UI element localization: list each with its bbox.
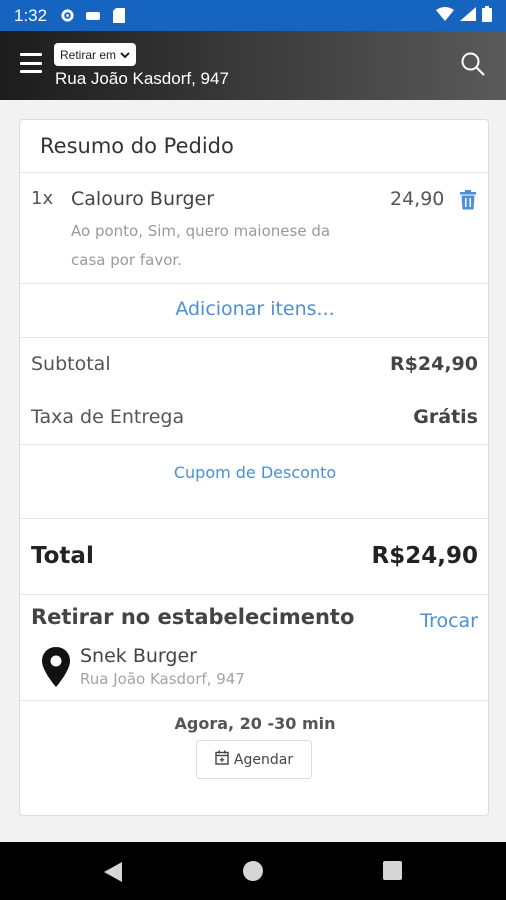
subtotal-label: Subtotal bbox=[31, 353, 111, 375]
battery-icon bbox=[482, 5, 492, 26]
back-icon[interactable] bbox=[103, 861, 123, 887]
delivery-fee-label: Taxa de Entrega bbox=[31, 406, 185, 428]
app-header: Retirar em Rua João Kasdorf, 947 bbox=[0, 31, 506, 100]
divider bbox=[20, 594, 488, 595]
pickup-mode-label: Retirar em bbox=[60, 47, 117, 62]
divider bbox=[20, 172, 488, 173]
divider bbox=[20, 444, 488, 445]
trash-icon[interactable] bbox=[459, 190, 477, 210]
divider bbox=[20, 283, 488, 284]
status-time: 1:32 bbox=[14, 5, 48, 25]
schedule-label: Agendar bbox=[233, 751, 294, 768]
home-icon[interactable] bbox=[243, 861, 263, 881]
search-icon[interactable] bbox=[460, 51, 486, 77]
recents-icon[interactable] bbox=[383, 861, 402, 880]
chevron-down-icon bbox=[120, 48, 130, 62]
content-area: Resumo do Pedido 1x Calouro Burger 24,90… bbox=[0, 100, 506, 842]
store-address: Rua João Kasdorf, 947 bbox=[80, 670, 245, 688]
item-note: Ao ponto, Sim, quero maionese da casa po… bbox=[71, 222, 331, 269]
calendar-icon bbox=[215, 750, 229, 769]
divider bbox=[20, 700, 488, 701]
coupon-link[interactable]: Cupom de Desconto bbox=[20, 463, 488, 482]
sd-card-icon bbox=[111, 8, 127, 24]
add-items-link[interactable]: Adicionar itens... bbox=[20, 298, 488, 320]
change-pickup-link[interactable]: Trocar bbox=[420, 610, 478, 632]
total-label: Total bbox=[31, 543, 94, 569]
system-nav-bar bbox=[0, 842, 506, 900]
status-bar: 1:32 bbox=[0, 0, 506, 31]
subtotal-value: R$24,90 bbox=[390, 353, 478, 375]
menu-icon[interactable] bbox=[20, 53, 42, 73]
schedule-button[interactable]: Agendar bbox=[196, 740, 312, 779]
delivery-fee-value: Grátis bbox=[413, 406, 478, 428]
wifi-icon bbox=[436, 6, 454, 25]
divider bbox=[20, 337, 488, 338]
order-summary-title: Resumo do Pedido bbox=[40, 134, 234, 158]
header-address[interactable]: Rua João Kasdorf, 947 bbox=[55, 69, 229, 89]
divider bbox=[20, 518, 488, 519]
item-price: 24,90 bbox=[390, 188, 445, 210]
pickup-mode-select[interactable]: Retirar em bbox=[54, 43, 137, 66]
signal-icon bbox=[460, 6, 476, 25]
location-pin-icon bbox=[42, 647, 70, 687]
order-summary-card: Resumo do Pedido 1x Calouro Burger 24,90… bbox=[19, 119, 489, 816]
item-quantity: 1x bbox=[31, 188, 54, 209]
store-name: Snek Burger bbox=[80, 645, 197, 667]
pickup-eta: Agora, 20 -30 min bbox=[174, 714, 336, 733]
gear-icon bbox=[59, 8, 75, 24]
total-value: R$24,90 bbox=[371, 543, 478, 569]
pickup-title: Retirar no estabelecimento bbox=[31, 605, 355, 629]
item-name[interactable]: Calouro Burger bbox=[71, 188, 214, 210]
sim-icon bbox=[85, 8, 101, 24]
